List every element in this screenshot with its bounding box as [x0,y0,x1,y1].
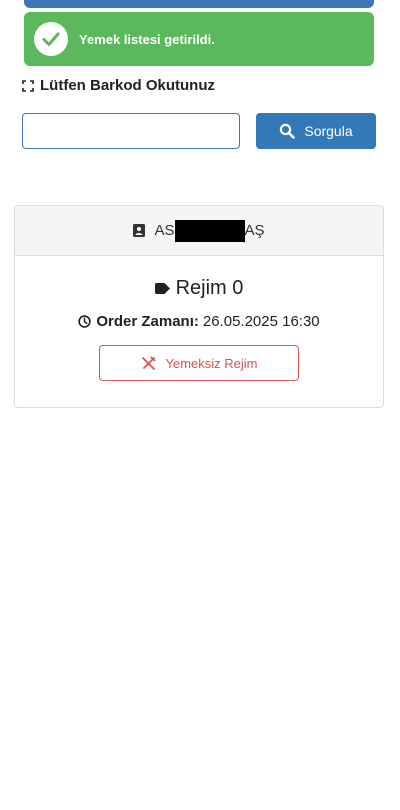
barcode-input[interactable] [22,113,240,149]
scan-icon [22,79,34,92]
no-food-regime-button[interactable]: Yemeksiz Rejim [99,345,299,381]
success-toast: Yemek listesi getirildi. [24,12,374,66]
redacted-name [174,219,245,242]
order-time-value: 26.05.2025 16:30 [202,313,320,330]
query-button[interactable]: Sorgula [256,113,376,149]
check-icon [34,22,68,56]
clock-icon [78,315,92,328]
regime-title: Rejim 0 [15,277,383,300]
card-header: AS AŞ [15,206,383,256]
scan-heading-text: Lütfen Barkod Okutunuz [40,77,215,94]
order-time-label: Order Zamanı: [96,313,199,330]
regime-text: Rejim 0 [175,277,244,299]
no-food-regime-label: Yemeksiz Rejim [165,355,258,371]
search-icon [279,123,296,139]
meal-card: AS AŞ Rejim 0 Order Zamanı: 26.05.2025 1… [14,205,384,408]
toast-message: Yemek listesi getirildi. [79,31,215,47]
person-name-prefix: AS [154,222,175,239]
top-bar-remnant [24,0,374,8]
id-card-icon [133,224,146,237]
tag-icon [154,283,170,294]
query-button-label: Sorgula [304,123,353,139]
scan-heading: Lütfen Barkod Okutunuz [22,77,215,94]
person-name-suffix: AŞ [244,222,265,239]
utensils-slash-icon [141,356,156,371]
order-time: Order Zamanı: 26.05.2025 16:30 [15,313,383,330]
